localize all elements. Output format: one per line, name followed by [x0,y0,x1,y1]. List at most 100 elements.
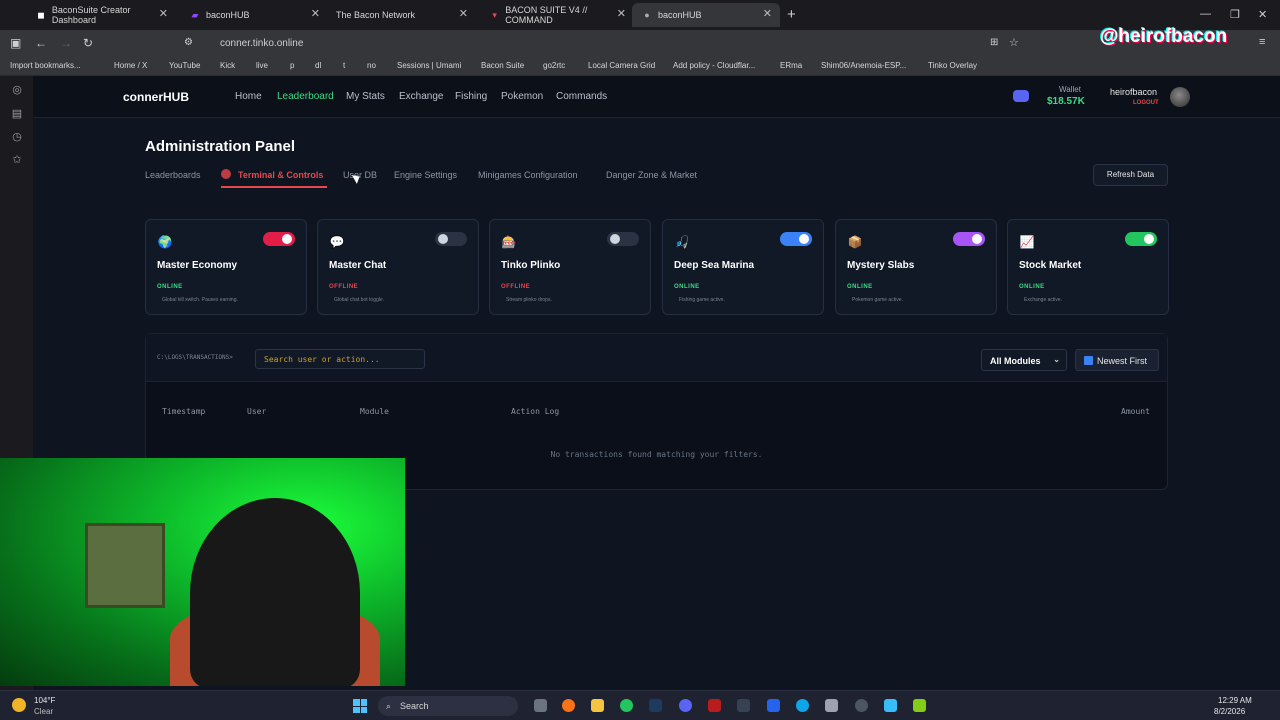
windows-start-icon[interactable] [353,699,367,713]
bookmark-item[interactable]: Tinko Overlay [928,61,977,70]
sort-order-button[interactable]: Newest First [1075,349,1159,371]
tab-terminal-controls[interactable]: Terminal & Controls [238,170,323,180]
pachinko-icon: 🎰 [501,235,517,249]
restore-icon[interactable]: ❐ [1230,8,1240,21]
windows-taskbar: 104°F Clear ⌕ Search 12:29 AM 8/2/2026 [0,690,1280,720]
mystery-slabs-toggle[interactable] [953,232,985,246]
tab-leaderboards[interactable]: Leaderboards [145,170,201,180]
bookmark-item[interactable]: Import bookmarks... [10,61,81,70]
close-window-icon[interactable]: ✕ [1258,8,1267,21]
history-icon[interactable]: ◷ [11,131,23,143]
browser-tab-4[interactable]: ● baconHUB ✕ [632,3,780,27]
module-filter-select[interactable]: All Modules ⌄ [981,349,1067,371]
bacon-favicon-icon: ▾ [492,10,497,20]
tinko-plinko-toggle[interactable] [607,232,639,246]
bookmark-item[interactable]: Bacon Suite [481,61,524,70]
refresh-data-button[interactable]: Refresh Data [1093,164,1168,186]
nav-link-fishing[interactable]: Fishing [455,91,487,102]
discord-icon[interactable] [1013,90,1029,102]
bookmark-item[interactable]: dl [315,61,321,70]
logout-link[interactable]: LOGOUT [1133,100,1159,106]
browser-tab-0[interactable]: ◼ BaconSuite Creator Dashboard ✕ [26,3,176,27]
stock-market-toggle[interactable] [1125,232,1157,246]
vscode-icon[interactable] [767,699,780,712]
browser-tab-2[interactable]: The Bacon Network ✕ [326,3,476,27]
browser-tab-label: The Bacon Network [336,10,416,20]
copilot-icon[interactable]: ◎ [11,84,23,96]
nav-link-my-stats[interactable]: My Stats [346,91,385,102]
bookmark-item[interactable]: p [290,61,294,70]
file-explorer-icon[interactable] [591,699,604,712]
close-tab-icon[interactable]: ✕ [311,7,320,20]
deep-sea-marina-toggle[interactable] [780,232,812,246]
nav-link-leaderboard[interactable]: Leaderboard [277,91,334,102]
forward-icon[interactable]: → [60,36,72,50]
discord-taskbar-icon[interactable] [679,699,692,712]
close-tab-icon[interactable]: ✕ [459,7,468,20]
avatar[interactable] [1170,87,1190,107]
close-tab-icon[interactable]: ✕ [159,7,168,20]
weather-temp[interactable]: 104°F [34,696,55,705]
terminal-icon[interactable] [737,699,750,712]
bookmark-item[interactable]: Kick [220,61,235,70]
bookmark-item[interactable]: live [256,61,268,70]
tab-danger-zone-market[interactable]: Danger Zone & Market [606,170,697,180]
brand-logo[interactable]: connerHUB [123,90,189,104]
webcam-overlay [0,458,405,686]
task-view-icon[interactable] [534,699,547,712]
address-bar: ▣ ← → ↻ ⚙ conner.tinko.online ⊞ ☆ ≡ [0,30,1280,56]
xbox-icon[interactable] [620,699,633,712]
username: heirofbacon [1110,87,1158,97]
nav-link-commands[interactable]: Commands [556,91,607,102]
site-info-icon[interactable]: ⚙ [184,37,193,48]
menu-icon[interactable]: ≡ [1259,36,1265,48]
close-tab-icon[interactable]: ✕ [617,7,626,20]
new-tab-icon[interactable]: + [787,6,796,23]
taskbar-time[interactable]: 12:29 AM [1218,696,1252,705]
bookmark-item[interactable]: ERma [780,61,802,70]
reload-icon[interactable]: ↻ [83,36,93,50]
settings-icon[interactable] [855,699,868,712]
module-card-master-chat: 💬 Master Chat OFFLINE Global chat bot to… [317,219,479,315]
bookmark-item[interactable]: YouTube [169,61,200,70]
nav-link-exchange[interactable]: Exchange [399,91,443,102]
nav-link-home[interactable]: Home [235,91,262,102]
app-green-icon[interactable] [913,699,926,712]
bookmark-item[interactable]: Add policy - Cloudflar... [673,61,755,70]
back-icon[interactable]: ← [35,36,47,50]
tab-engine-settings[interactable]: Engine Settings [394,170,457,180]
log-search-input[interactable] [255,349,425,369]
edge-icon[interactable] [796,699,809,712]
bookmark-item[interactable]: Local Camera Grid [588,61,655,70]
minimize-icon[interactable]: — [1200,8,1211,20]
taskbar-search-label: Search [400,701,429,711]
bookmark-star-icon[interactable]: ☆ [1009,36,1019,49]
taskbar-search[interactable]: ⌕ Search [378,696,518,716]
url-field[interactable]: conner.tinko.online [220,38,303,49]
app-blue-icon[interactable] [884,699,897,712]
steam-icon[interactable] [649,699,662,712]
master-economy-toggle[interactable] [263,232,295,246]
nav-link-pokemon[interactable]: Pokemon [501,91,543,102]
bookmark-item[interactable]: t [343,61,345,70]
close-tab-icon[interactable]: ✕ [763,7,772,20]
bookmark-item[interactable]: Shim06/Anemoia-ESP... [821,61,906,70]
tab-minigames-configuration[interactable]: Minigames Configuration [478,170,578,180]
master-chat-toggle[interactable] [435,232,467,246]
favorites-icon[interactable]: ✩ [11,154,23,166]
sidebar-toggle-icon[interactable]: ▣ [10,36,21,50]
sort-icon [1084,356,1093,365]
bookmark-item[interactable]: go2rtc [543,61,565,70]
app-gray-icon[interactable] [825,699,838,712]
bookmark-item[interactable]: Home / X [114,61,147,70]
firefox-icon[interactable] [562,699,575,712]
bookmark-item[interactable]: Sessions | Umami [397,61,461,70]
install-app-icon[interactable]: ⊞ [990,37,998,48]
column-header-user: User [247,407,267,416]
browser-tab-3[interactable]: ▾ BACON SUITE V4 // COMMAND ✕ [480,3,628,27]
module-title: Tinko Plinko [501,260,561,271]
collections-icon[interactable]: ▤ [11,108,23,120]
app-red-icon[interactable] [708,699,721,712]
bookmark-item[interactable]: no [367,61,376,70]
browser-tab-1[interactable]: ▰ baconHUB ✕ [180,3,328,27]
